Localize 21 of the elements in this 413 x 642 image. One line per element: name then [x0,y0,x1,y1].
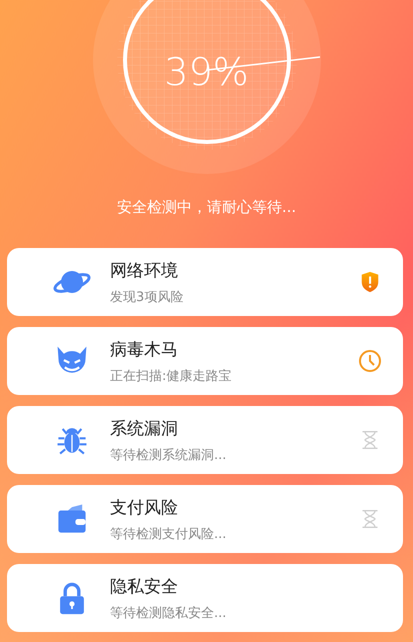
scan-item-card[interactable]: 病毒木马 正在扫描:健康走路宝 [7,327,403,395]
scan-item-title: 网络环境 [110,260,178,282]
scan-item-title: 系统漏洞 [110,418,178,440]
scan-item-detail: 等待检测隐私安全... [110,604,226,622]
scan-item-detail: 等待检测支付风险... [110,526,226,542]
clock-icon [358,349,382,373]
hourglass-icon [360,428,380,452]
scan-item-detail: 正在扫描:健康走路宝 [110,368,232,384]
scan-item-card[interactable]: 网络环境 发现3项风险 [7,248,403,316]
warning-shield-icon [359,270,381,294]
scan-item-title: 病毒木马 [110,338,178,360]
scan-percent: 39% [164,50,249,94]
scan-item-card[interactable]: 支付风险 等待检测支付风险... [7,485,403,553]
scan-item-detail: 发现3项风险 [110,288,184,306]
scan-item-card[interactable]: 系统漏洞 等待检测系统漏洞... [7,406,403,474]
scan-status-text: 安全检测中，请耐心等待... [116,198,296,217]
scan-item-card[interactable]: 隐私安全 等待检测隐私安全... [7,564,403,632]
scan-item-title: 支付风险 [110,496,178,518]
scan-item-detail: 等待检测系统漏洞... [110,446,226,464]
hourglass-icon [360,507,380,531]
scan-item-title: 隐私安全 [110,576,178,598]
